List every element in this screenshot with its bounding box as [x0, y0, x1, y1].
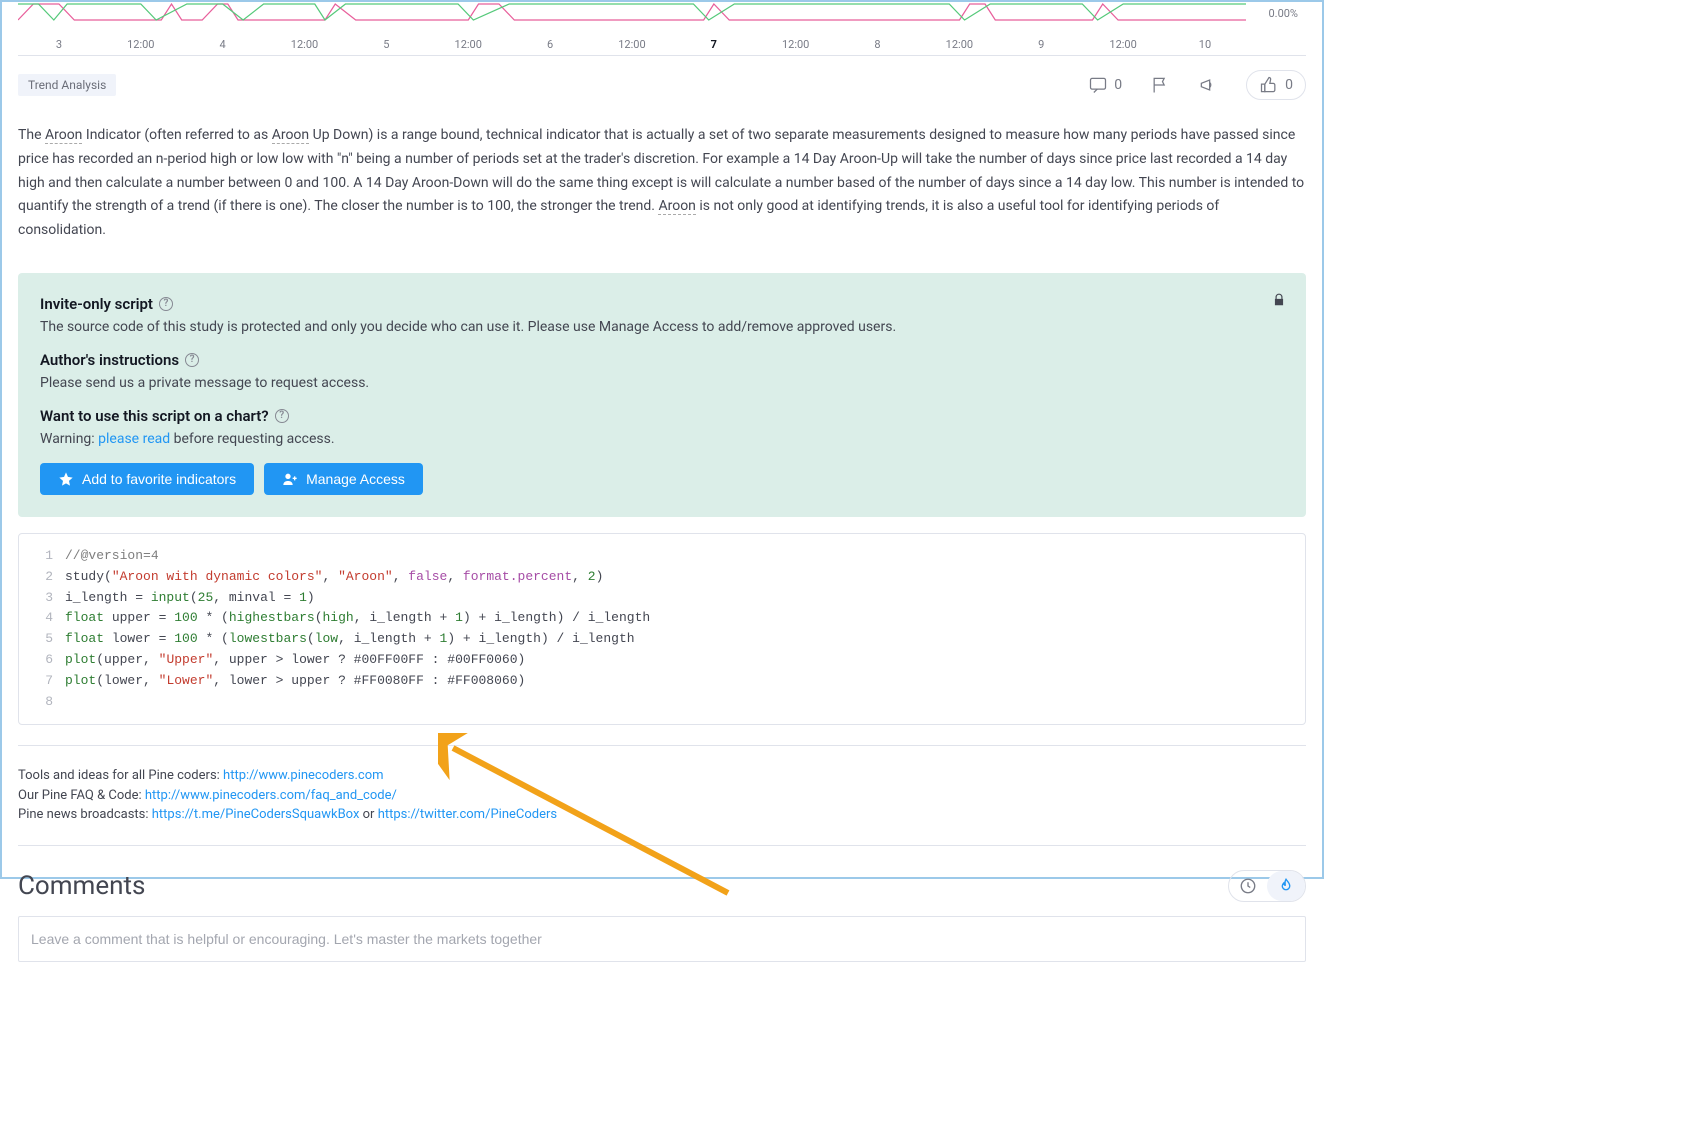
- twitter-link[interactable]: https://twitter.com/PineCoders: [378, 807, 557, 822]
- comments-title: Comments: [18, 871, 145, 901]
- author-instructions-text: Please send us a private message to requ…: [40, 375, 1284, 391]
- add-favorite-button[interactable]: Add to favorite indicators: [40, 463, 254, 495]
- please-read-link[interactable]: please read: [98, 431, 170, 447]
- comment-sort-toggle: [1228, 870, 1306, 902]
- author-instructions-title: Author's instructions ?: [40, 351, 199, 369]
- faq-link[interactable]: http://www.pinecoders.com/faq_and_code/: [145, 788, 397, 803]
- pinecoders-link[interactable]: http://www.pinecoders.com: [223, 768, 384, 783]
- invite-only-panel: Invite-only script ? The source code of …: [18, 273, 1306, 517]
- invite-only-title: Invite-only script ?: [40, 295, 173, 313]
- sort-recent-button[interactable]: [1229, 871, 1267, 901]
- telegram-link[interactable]: https://t.me/PineCodersSquawkBox: [152, 807, 360, 822]
- use-on-chart-text: Warning: please read before requesting a…: [40, 431, 1284, 447]
- megaphone-icon: [1198, 75, 1218, 95]
- indicator-mini-chart: 0.00% 3 12:00 4 12:00 5 12:00 6 12:00 7 …: [18, 2, 1306, 56]
- sort-hot-button[interactable]: [1267, 871, 1305, 901]
- lock-icon: [1272, 293, 1286, 311]
- divider: [18, 745, 1306, 746]
- chart-x-axis: 3 12:00 4 12:00 5 12:00 6 12:00 7 12:00 …: [18, 38, 1246, 51]
- use-on-chart-title: Want to use this script on a chart? ?: [40, 407, 289, 425]
- star-icon: [58, 471, 74, 487]
- manage-access-button[interactable]: Manage Access: [264, 463, 423, 495]
- comment-input[interactable]: [18, 916, 1306, 962]
- comment-icon: [1088, 75, 1108, 95]
- help-icon[interactable]: ?: [185, 353, 199, 367]
- source-code-block: 1//@version=4 2study("Aroon with dynamic…: [18, 533, 1306, 725]
- description-text: The Aroon Indicator (often referred to a…: [18, 124, 1306, 243]
- thumbs-up-icon: [1259, 75, 1279, 95]
- flag-button[interactable]: [1150, 75, 1170, 95]
- tag-trend-analysis[interactable]: Trend Analysis: [18, 74, 116, 96]
- like-button[interactable]: 0: [1246, 70, 1306, 100]
- flame-icon: [1277, 877, 1295, 895]
- comments-count[interactable]: 0: [1088, 75, 1122, 95]
- flag-icon: [1150, 75, 1170, 95]
- chart-y-label: 0.00%: [1246, 2, 1306, 24]
- invite-only-text: The source code of this study is protect…: [40, 319, 1284, 335]
- footer-links: Tools and ideas for all Pine coders: htt…: [18, 766, 1306, 846]
- user-add-icon: [282, 471, 298, 487]
- share-button[interactable]: [1198, 75, 1218, 95]
- help-icon[interactable]: ?: [159, 297, 173, 311]
- clock-icon: [1239, 877, 1257, 895]
- help-icon[interactable]: ?: [275, 409, 289, 423]
